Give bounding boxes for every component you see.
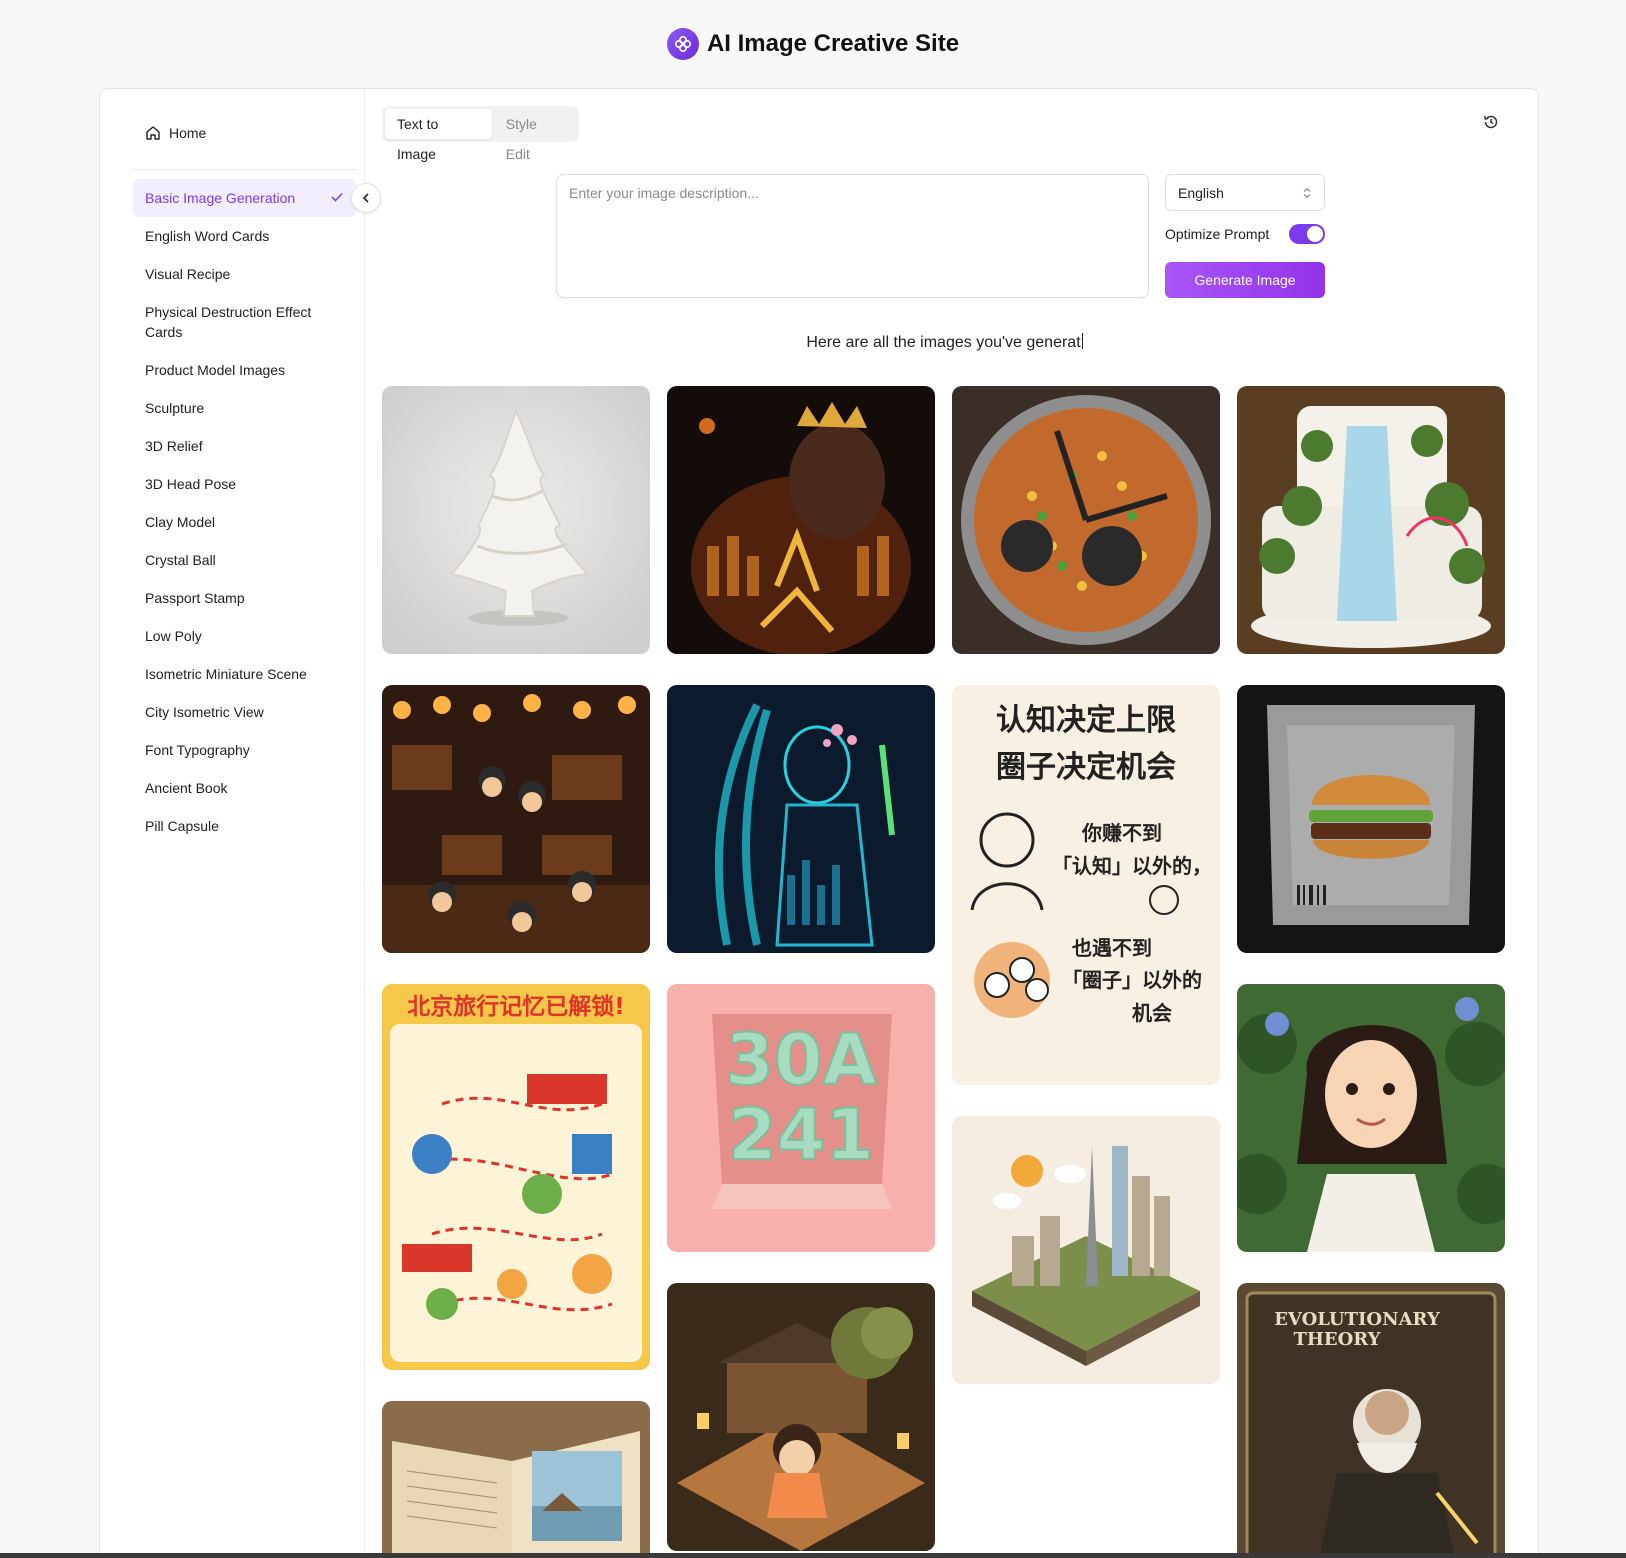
gallery-image[interactable] xyxy=(667,386,935,654)
optimize-prompt-row: Optimize Prompt xyxy=(1165,224,1325,244)
history-icon xyxy=(1484,115,1498,129)
gallery-heading: Here are all the images you've generat xyxy=(806,333,1083,351)
gallery-image[interactable] xyxy=(667,1283,935,1551)
gallery-image[interactable]: EVOLUTIONARY THEORY xyxy=(1237,1283,1505,1558)
poster-line-4: 「认知」以外的， xyxy=(1052,854,1212,878)
history-button[interactable] xyxy=(1482,113,1502,133)
sidebar-item-product-model-images[interactable]: Product Model Images xyxy=(133,351,356,389)
gallery-image[interactable] xyxy=(1237,685,1505,953)
gallery-image[interactable] xyxy=(952,1116,1220,1384)
poster-line-2: 圈子决定机会 xyxy=(996,750,1176,785)
sidebar-item-font-typography[interactable]: Font Typography xyxy=(133,731,356,769)
gallery-image[interactable] xyxy=(382,386,650,654)
text-caret xyxy=(1081,333,1083,349)
box-text-top: 30A xyxy=(725,1019,877,1101)
gallery-image[interactable] xyxy=(382,685,650,953)
poster-line-6: 「圈子」以外的 xyxy=(1062,968,1202,992)
site-title: AI Image Creative Site xyxy=(706,30,960,57)
main-card: Home Basic Image Generation English Word… xyxy=(99,88,1539,1558)
gallery-image[interactable] xyxy=(952,386,1220,654)
box-text-bottom: 241 xyxy=(728,1094,874,1176)
gallery-image[interactable] xyxy=(1237,386,1505,654)
sidebar-item-3d-head-pose[interactable]: 3D Head Pose xyxy=(133,465,356,503)
language-value: English xyxy=(1178,184,1224,201)
generate-image-button[interactable]: Generate Image xyxy=(1165,262,1325,298)
card-title-2: THEORY xyxy=(1293,1329,1381,1350)
prompt-input[interactable] xyxy=(556,174,1149,298)
gallery-image[interactable]: 认知决定上限 圈子决定机会 你赚不到 「认知」以外的， 也遇不到 「圈子」以外的… xyxy=(952,685,1220,1085)
home-label: Home xyxy=(169,125,207,141)
flower-logo-icon xyxy=(666,28,699,60)
tab-style-edit[interactable]: Style Edit xyxy=(494,109,576,162)
gallery-image[interactable] xyxy=(667,685,935,953)
sidebar: Home Basic Image Generation English Word… xyxy=(100,89,365,1558)
site-header: AI Image Creative Site xyxy=(0,28,1626,60)
poster-line-7: 机会 xyxy=(1132,1001,1172,1025)
sidebar-menu[interactable]: Basic Image Generation English Word Card… xyxy=(133,179,356,951)
poster-line-1: 认知决定上限 xyxy=(996,703,1176,738)
gallery-image[interactable]: 30A 241 xyxy=(667,984,935,1252)
poster-title: 北京旅行记忆已解锁! xyxy=(407,993,625,1020)
gallery-image[interactable]: 北京旅行记忆已解锁! xyxy=(382,984,650,1370)
sidebar-item-passport-stamp[interactable]: Passport Stamp xyxy=(133,579,356,617)
toggle-knob xyxy=(1307,226,1323,242)
sidebar-item-city-isometric[interactable]: City Isometric View xyxy=(133,693,356,731)
home-link[interactable]: Home xyxy=(145,125,206,141)
sidebar-item-english-word-cards[interactable]: English Word Cards xyxy=(133,217,356,255)
sidebar-item-physical-destruction[interactable]: Physical Destruction Effect Cards xyxy=(133,293,356,351)
divider xyxy=(133,169,356,170)
sidebar-item-sculpture[interactable]: Sculpture xyxy=(133,389,356,427)
sidebar-item-visual-recipe[interactable]: Visual Recipe xyxy=(133,255,356,293)
bottom-bar xyxy=(0,1553,1626,1558)
sidebar-item-clay-model[interactable]: Clay Model xyxy=(133,503,356,541)
sidebar-item-crystal-ball[interactable]: Crystal Ball xyxy=(133,541,356,579)
chevron-up-down-icon xyxy=(1303,187,1311,198)
sidebar-item-isometric-miniature[interactable]: Isometric Miniature Scene xyxy=(133,655,356,693)
sidebar-item-pill-capsule[interactable]: Pill Capsule xyxy=(133,807,356,845)
collapse-sidebar-button[interactable] xyxy=(351,183,381,213)
optimize-prompt-toggle[interactable] xyxy=(1289,224,1325,244)
mode-tabs: Text to Image Style Edit xyxy=(382,106,579,162)
image-gallery: 北京旅行记忆已解锁! 30A 241 认知决定上限 圈子决定机会 你赚不到 「认… xyxy=(382,386,1507,1558)
sidebar-item-basic-image-generation[interactable]: Basic Image Generation xyxy=(133,179,356,217)
sidebar-item-3d-relief[interactable]: 3D Relief xyxy=(133,427,356,465)
card-title-1: EVOLUTIONARY xyxy=(1274,1309,1441,1330)
home-icon xyxy=(146,126,160,140)
poster-line-3: 你赚不到 xyxy=(1081,821,1162,845)
gallery-image[interactable] xyxy=(382,1401,650,1558)
poster-line-5: 也遇不到 xyxy=(1072,936,1152,960)
sidebar-item-low-poly[interactable]: Low Poly xyxy=(133,617,356,655)
tab-text-to-image[interactable]: Text to Image xyxy=(385,109,492,162)
language-select[interactable]: English xyxy=(1165,174,1325,211)
sidebar-item-ancient-book[interactable]: Ancient Book xyxy=(133,769,356,807)
chevron-left-icon xyxy=(362,193,369,203)
gallery-image[interactable] xyxy=(1237,984,1505,1252)
optimize-prompt-label: Optimize Prompt xyxy=(1165,226,1270,242)
check-icon xyxy=(331,192,343,202)
